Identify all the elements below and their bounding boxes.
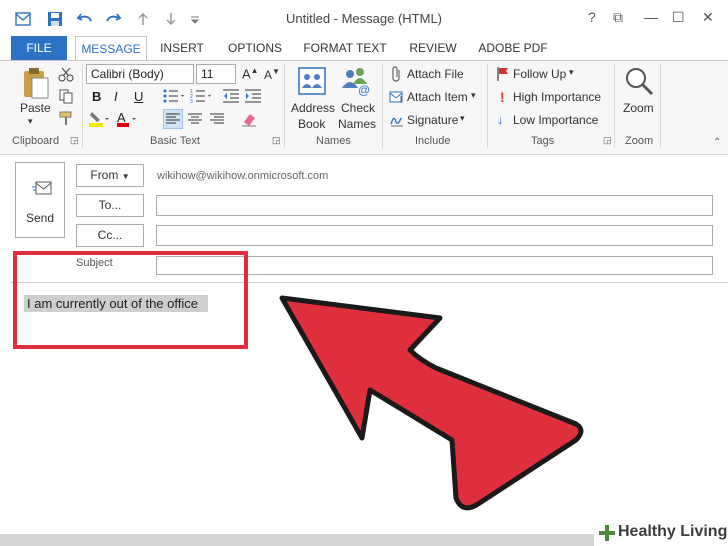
numbering-icon[interactable]: 123 xyxy=(190,88,214,104)
signature-button[interactable]: Signature xyxy=(407,113,458,127)
paste-button[interactable]: Paste xyxy=(20,101,51,115)
group-label-basic-text: Basic Text xyxy=(150,135,200,147)
font-name-dropdown[interactable]: Calibri (Body) xyxy=(86,64,194,84)
tab-message[interactable]: MESSAGE xyxy=(75,36,147,61)
maximize-button[interactable]: ☐ xyxy=(672,9,685,26)
font-size-dropdown[interactable]: 11 xyxy=(196,64,236,84)
divider xyxy=(284,64,285,148)
chevron-down-icon: ▼ xyxy=(121,172,130,181)
decrease-indent-icon[interactable] xyxy=(222,88,240,104)
high-importance-button[interactable]: High Importance xyxy=(513,90,601,104)
low-importance-icon: ↓ xyxy=(497,112,504,127)
send-label: Send xyxy=(25,211,55,225)
align-left-icon[interactable] xyxy=(163,109,183,129)
tab-file[interactable]: FILE xyxy=(11,36,67,60)
highlight-box xyxy=(13,251,248,349)
align-right-icon[interactable] xyxy=(208,110,226,128)
minimize-button[interactable]: — xyxy=(644,9,658,25)
address-book-icon[interactable] xyxy=(296,66,328,96)
tab-review[interactable]: REVIEW xyxy=(404,36,462,60)
bullets-icon[interactable] xyxy=(162,88,186,104)
ribbon-display-icon[interactable]: ⧉ xyxy=(613,9,623,26)
align-center-icon[interactable] xyxy=(186,110,204,128)
copy-icon[interactable] xyxy=(58,88,74,104)
underline-icon[interactable]: U xyxy=(134,89,143,104)
address-book-label-line2[interactable]: Book xyxy=(298,117,325,131)
from-label: From xyxy=(90,168,119,182)
low-importance-button[interactable]: Low Importance xyxy=(513,113,598,127)
tab-options[interactable]: OPTIONS xyxy=(220,36,290,60)
group-label-clipboard: Clipboard xyxy=(12,135,60,147)
group-label-include: Include xyxy=(415,135,451,147)
format-painter-icon[interactable] xyxy=(58,110,74,126)
tab-format-text[interactable]: FORMAT TEXT xyxy=(298,36,392,60)
svg-text:3: 3 xyxy=(190,99,193,104)
cc-input[interactable] xyxy=(156,225,713,246)
send-button[interactable]: Send xyxy=(15,162,65,238)
group-label-tags: Tags xyxy=(531,135,555,147)
send-icon xyxy=(32,181,52,195)
high-importance-icon: ! xyxy=(500,89,505,105)
paperclip-icon xyxy=(392,66,400,82)
ribbon-tabs: FILE MESSAGE INSERT OPTIONS FORMAT TEXT … xyxy=(0,36,728,61)
paste-icon[interactable] xyxy=(20,66,50,100)
italic-icon[interactable]: I xyxy=(114,89,118,104)
plus-logo-icon xyxy=(599,525,615,541)
pointer-arrow-icon xyxy=(279,295,584,511)
check-names-label-line1[interactable]: Check xyxy=(341,101,375,115)
from-address: wikihow@wikihow.onmicrosoft.com xyxy=(157,170,329,182)
svg-text:@: @ xyxy=(358,83,370,96)
basic-text-launcher-icon[interactable]: ◲ xyxy=(272,135,281,146)
group-label-zoom: Zoom xyxy=(625,135,654,147)
watermark: Healthy Living xyxy=(594,520,728,546)
group-label-names: Names xyxy=(316,135,351,147)
follow-up-button[interactable]: Follow Up xyxy=(513,67,566,81)
help-icon[interactable]: ? xyxy=(588,9,596,25)
tab-adobe-pdf[interactable]: ADOBE PDF xyxy=(472,36,554,60)
zoom-icon[interactable] xyxy=(624,66,654,96)
bold-icon[interactable]: B xyxy=(92,89,101,104)
increase-indent-icon[interactable] xyxy=(244,88,262,104)
cut-icon[interactable] xyxy=(58,66,74,82)
follow-up-flag-icon xyxy=(497,67,508,81)
signature-icon xyxy=(390,117,403,127)
highlight-color-icon[interactable] xyxy=(88,110,110,128)
attach-item-button[interactable]: Attach Item xyxy=(407,90,468,104)
divider xyxy=(660,64,661,148)
font-color-icon[interactable]: A xyxy=(116,110,138,128)
zoom-button[interactable]: Zoom xyxy=(623,101,654,115)
attach-file-button[interactable]: Attach File xyxy=(407,67,464,81)
attach-item-icon xyxy=(389,91,403,103)
divider xyxy=(487,64,488,148)
shrink-font-icon[interactable]: A▼ xyxy=(264,67,280,82)
tab-insert[interactable]: INSERT xyxy=(154,36,210,60)
clear-formatting-icon[interactable] xyxy=(240,110,258,128)
svg-text:A: A xyxy=(117,110,126,125)
divider xyxy=(82,64,83,148)
signature-dropdown-icon[interactable]: ▾ xyxy=(460,113,465,124)
paste-dropdown-icon[interactable]: ▾ xyxy=(28,116,33,127)
from-button[interactable]: From ▼ xyxy=(76,164,144,187)
tags-launcher-icon[interactable]: ◲ xyxy=(603,135,612,146)
address-book-label-line1[interactable]: Address xyxy=(291,101,335,115)
grow-font-icon[interactable]: A▲ xyxy=(242,66,259,81)
divider xyxy=(382,64,383,148)
clipboard-launcher-icon[interactable]: ◲ xyxy=(70,135,79,146)
check-names-label-line2[interactable]: Names xyxy=(338,117,376,131)
to-button[interactable]: To... xyxy=(76,194,144,217)
follow-up-dropdown-icon[interactable]: ▾ xyxy=(569,67,574,78)
check-names-icon[interactable]: @ xyxy=(340,66,372,96)
collapse-ribbon-icon[interactable]: ⌃ xyxy=(713,137,721,148)
title-bar: Untitled - Message (HTML) ? ⧉ — ☐ ✕ xyxy=(0,0,728,36)
close-button[interactable]: ✕ xyxy=(702,9,714,26)
watermark-brand: Healthy Living xyxy=(618,523,728,540)
cc-button[interactable]: Cc... xyxy=(76,224,144,247)
divider xyxy=(614,64,615,148)
attach-item-dropdown-icon[interactable]: ▾ xyxy=(471,90,476,101)
to-input[interactable] xyxy=(156,195,713,216)
